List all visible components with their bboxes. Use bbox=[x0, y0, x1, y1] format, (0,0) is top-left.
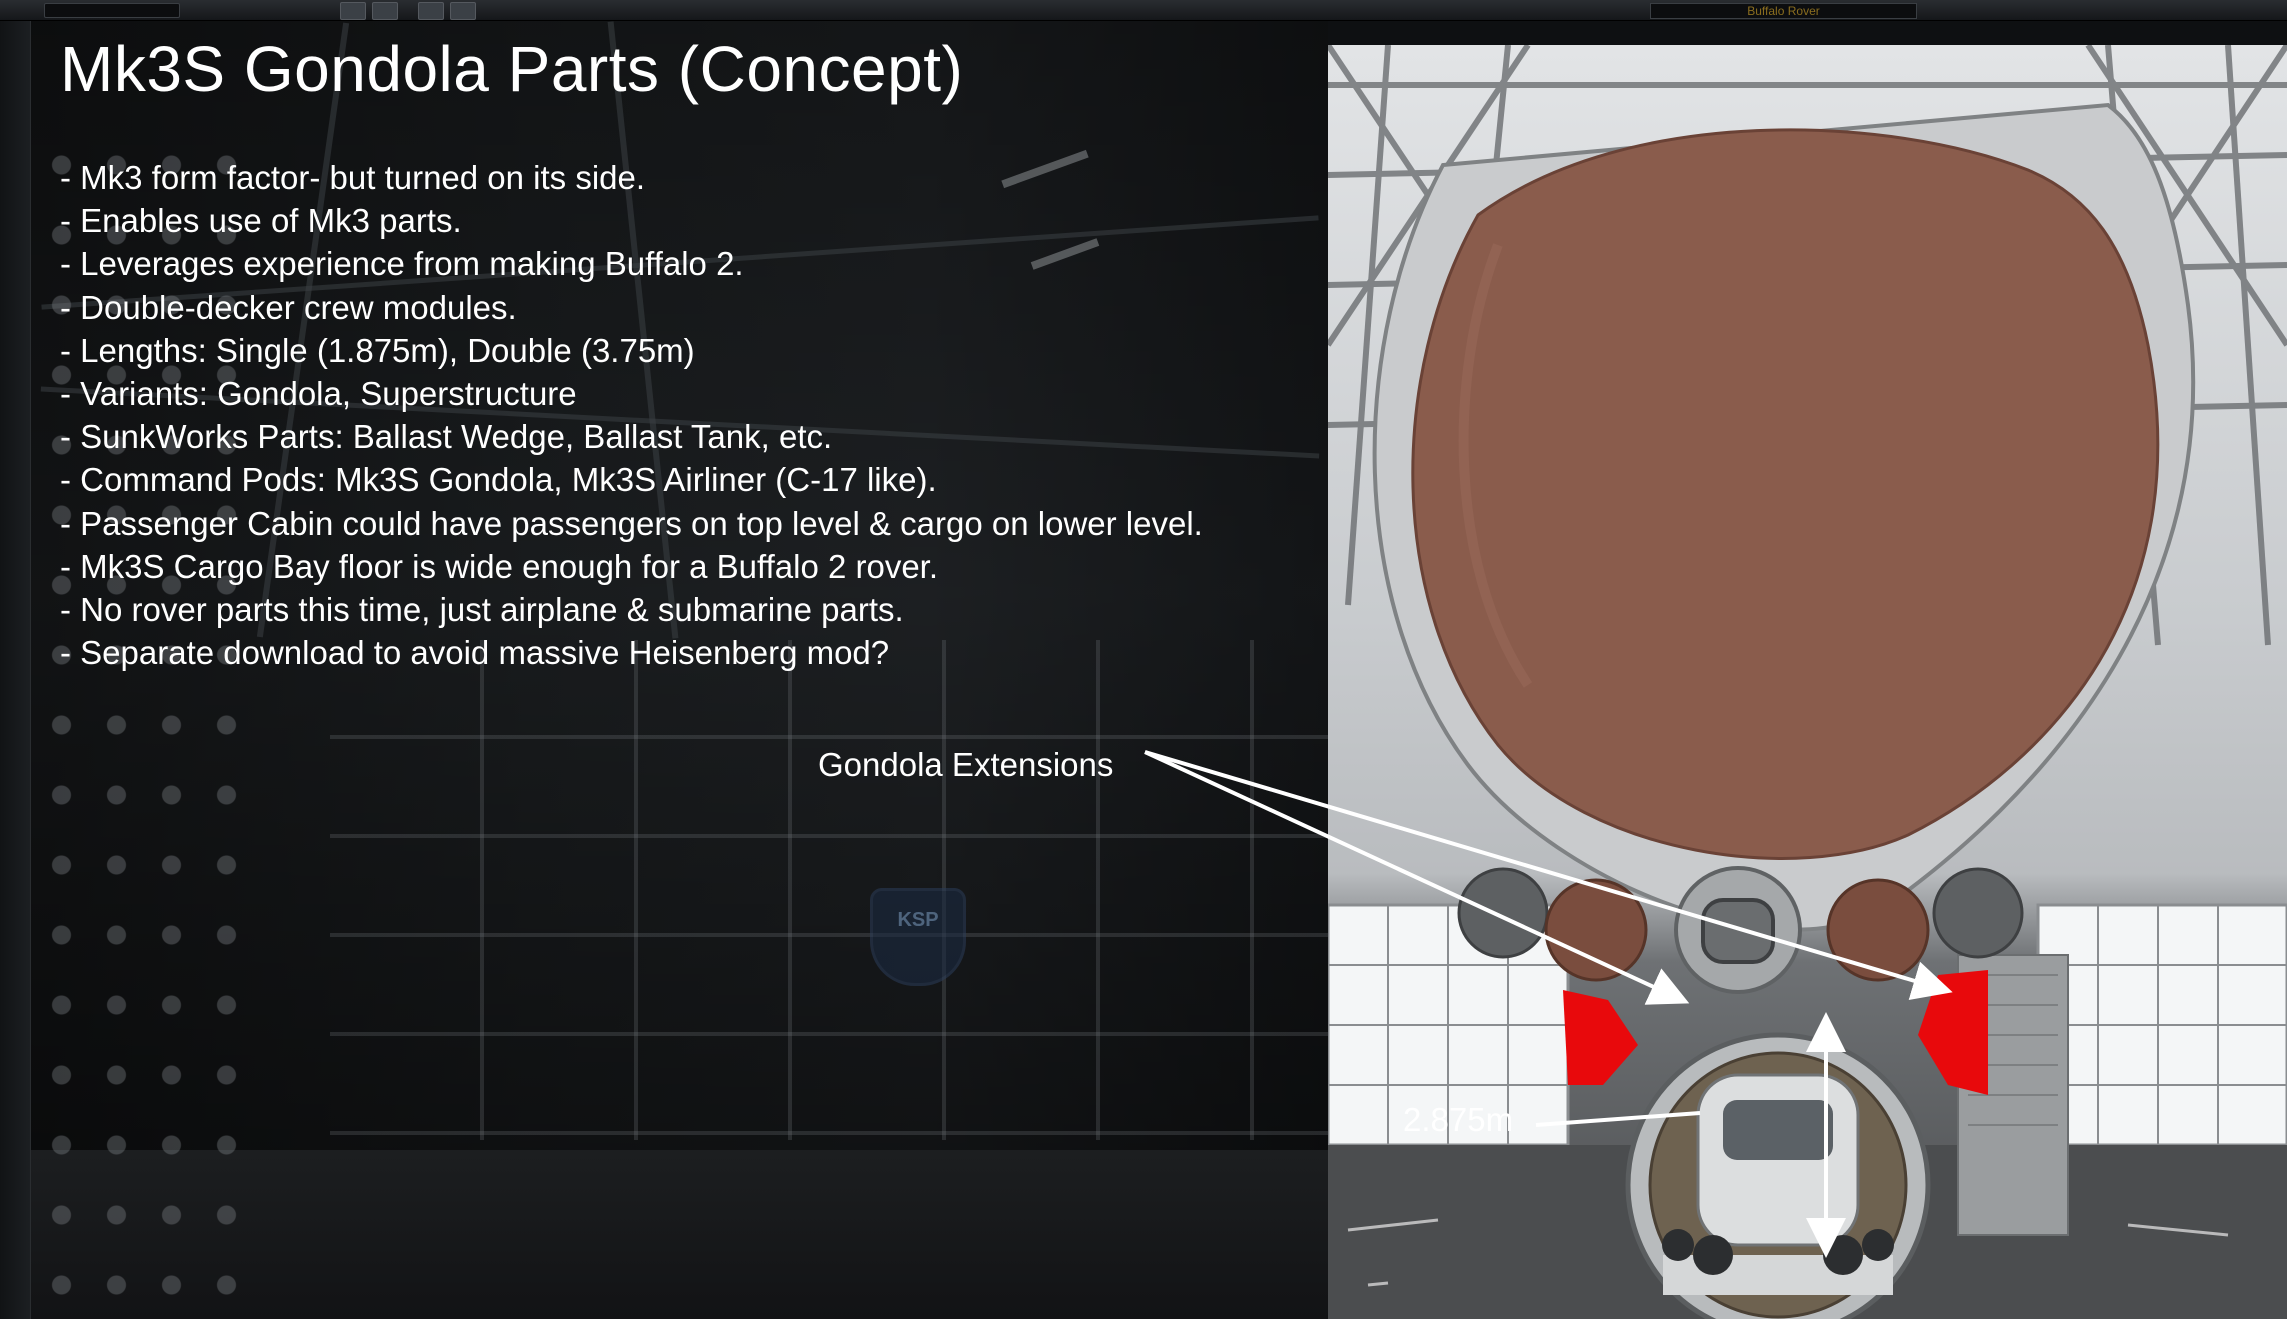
editor-toolbar: Buffalo Rover bbox=[0, 0, 2287, 21]
list-item: - Leverages experience from making Buffa… bbox=[60, 245, 744, 283]
parts-category-sidebar[interactable] bbox=[0, 20, 31, 1319]
list-item: - Variants: Gondola, Superstructure bbox=[60, 375, 577, 413]
toolbar-button[interactable] bbox=[450, 2, 476, 20]
ksp-logo: KSP bbox=[870, 888, 966, 986]
callout-gondola-extensions: Gondola Extensions bbox=[818, 746, 1114, 783]
hangar-shelving bbox=[330, 640, 1328, 1140]
list-item: - Mk3 form factor- but turned on its sid… bbox=[60, 159, 646, 196]
list-item: - SunkWorks Parts: Ballast Wedge, Ballas… bbox=[60, 418, 833, 456]
toolbar-button[interactable] bbox=[372, 2, 398, 20]
vessel-name-field[interactable]: Buffalo Rover bbox=[1650, 3, 1917, 19]
ballast-sphere bbox=[1826, 878, 1930, 982]
list-item: - Separate download to avoid massive Hei… bbox=[60, 634, 890, 672]
list-item: - No rover parts this time, just airplan… bbox=[60, 591, 904, 629]
list-item: - Command Pods: Mk3S Gondola, Mk3S Airli… bbox=[60, 461, 937, 499]
gondola-extension-left bbox=[1563, 990, 1638, 1085]
toolbar-button[interactable] bbox=[418, 2, 444, 20]
toolbar-button[interactable] bbox=[340, 2, 366, 20]
list-item: - Enables use of Mk3 parts. bbox=[60, 202, 462, 240]
list-item: - Double-decker crew modules. bbox=[60, 288, 517, 326]
slide-title: Mk3S Gondola Parts (Concept) bbox=[60, 33, 964, 105]
parts-search-input[interactable] bbox=[44, 3, 180, 18]
callout-dimension: 2.875m bbox=[1403, 1101, 1514, 1138]
list-item: - Passenger Cabin could have passengers … bbox=[60, 504, 1203, 542]
ballast-sphere bbox=[1932, 867, 2024, 959]
list-item: - Lengths: Single (1.875m), Double (3.75… bbox=[60, 331, 695, 369]
list-item: - Mk3S Cargo Bay floor is wide enough fo… bbox=[60, 547, 939, 585]
ballast-sphere bbox=[1457, 867, 1549, 959]
feature-list: - Mk3 form factor- but turned on its sid… bbox=[60, 156, 1240, 674]
ballast-sphere bbox=[1544, 878, 1648, 982]
gondola-extension-right bbox=[1918, 970, 1988, 1095]
